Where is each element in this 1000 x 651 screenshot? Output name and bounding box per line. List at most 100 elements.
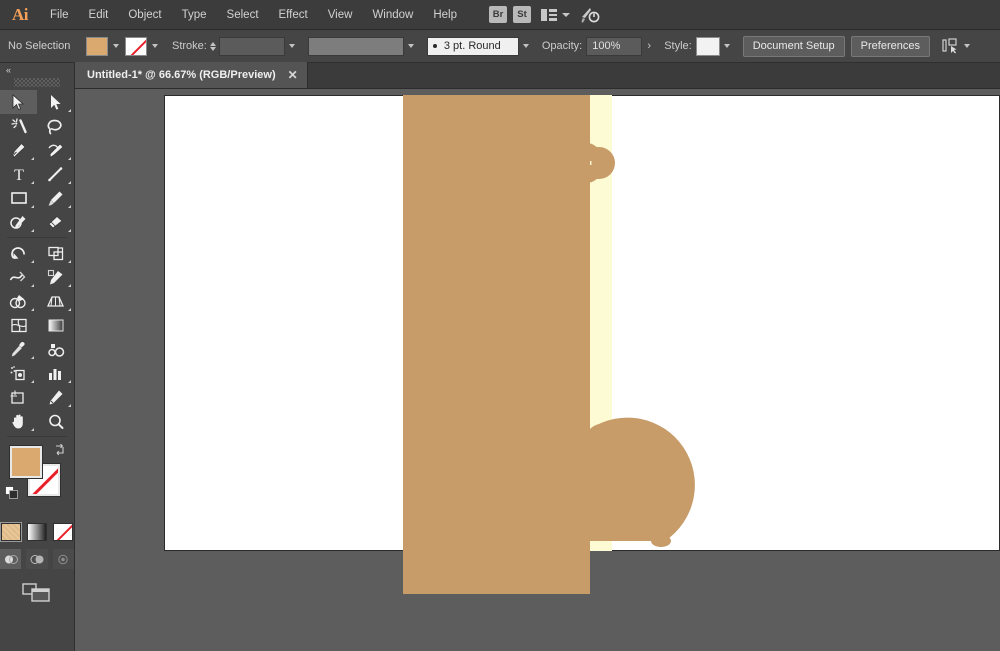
- brush-definition-label: 3 pt. Round: [443, 40, 501, 52]
- artboard-tool[interactable]: [0, 385, 37, 409]
- lasso-tool[interactable]: [37, 114, 74, 138]
- type-tool[interactable]: T: [0, 162, 37, 186]
- workspace-switcher[interactable]: [537, 8, 574, 21]
- chevron-down-icon: [562, 12, 570, 17]
- document-tab-bar: Untitled-1* @ 66.67% (RGB/Preview) ✕: [75, 62, 1000, 89]
- column-graph-tool[interactable]: [37, 361, 74, 385]
- shaper-tool[interactable]: [0, 210, 37, 234]
- mug-base-foot: [651, 535, 671, 547]
- tool-grid-transform: [0, 241, 74, 433]
- default-fill-stroke-icon[interactable]: [5, 486, 18, 499]
- fill-swatch-group[interactable]: [86, 36, 123, 56]
- opacity-options-arrow[interactable]: ›: [642, 37, 656, 56]
- stroke-swatch-group[interactable]: [125, 36, 162, 56]
- selection-tool[interactable]: [0, 90, 37, 114]
- stroke-weight-label: Stroke:: [172, 40, 207, 52]
- gradient-mode-button[interactable]: [27, 523, 47, 541]
- slice-tool[interactable]: [37, 385, 74, 409]
- symbol-sprayer-tool[interactable]: [0, 361, 37, 385]
- gradient-tool[interactable]: [37, 313, 74, 337]
- scale-tool[interactable]: [37, 241, 74, 265]
- menu-bar: Ai File Edit Object Type Select Effect V…: [0, 0, 1000, 30]
- selection-state-label: No Selection: [8, 40, 71, 52]
- brush-preview-icon: [432, 44, 437, 48]
- collapse-panel-icon[interactable]: «: [6, 65, 11, 75]
- mesh-tool[interactable]: [0, 313, 37, 337]
- align-objects-icon[interactable]: [942, 38, 960, 54]
- opacity-input[interactable]: 100%: [586, 36, 643, 56]
- close-icon[interactable]: ✕: [288, 69, 298, 81]
- fill-dropdown-arrow[interactable]: [108, 37, 123, 56]
- stroke-dropdown-arrow[interactable]: [147, 37, 162, 56]
- style-label: Style:: [664, 40, 692, 52]
- fill-color-swatch[interactable]: [9, 445, 43, 479]
- perspective-grid-tool[interactable]: [37, 289, 74, 313]
- magic-wand-tool[interactable]: [0, 114, 37, 138]
- tools-panel-drag-handle[interactable]: [14, 78, 60, 87]
- menu-type[interactable]: Type: [172, 0, 217, 30]
- menu-window[interactable]: Window: [362, 0, 423, 30]
- menu-select[interactable]: Select: [217, 0, 269, 30]
- stock-icon[interactable]: St: [513, 6, 531, 23]
- document-tab[interactable]: Untitled-1* @ 66.67% (RGB/Preview) ✕: [75, 62, 308, 88]
- app-logo-icon: Ai: [12, 4, 29, 24]
- menu-view[interactable]: View: [318, 0, 363, 30]
- menu-effect[interactable]: Effect: [269, 0, 318, 30]
- menu-edit[interactable]: Edit: [79, 0, 119, 30]
- curvature-tool[interactable]: [37, 138, 74, 162]
- control-bar: No Selection Stroke: 3 pt. Round Opacity…: [0, 30, 1000, 63]
- draw-inside-button[interactable]: [52, 549, 74, 569]
- document-tab-title: Untitled-1* @ 66.67% (RGB/Preview): [87, 69, 276, 81]
- bridge-icon[interactable]: Br: [489, 6, 507, 23]
- menu-help[interactable]: Help: [423, 0, 467, 30]
- screen-mode-row: [0, 581, 74, 603]
- pen-tool[interactable]: [0, 138, 37, 162]
- fill-swatch[interactable]: [86, 36, 108, 56]
- fill-stroke-controls: [0, 443, 74, 521]
- menu-file[interactable]: File: [40, 0, 79, 30]
- hand-tool[interactable]: [0, 409, 37, 433]
- preferences-button[interactable]: Preferences: [850, 35, 930, 57]
- search-illustrator-icon[interactable]: [580, 6, 600, 24]
- none-mode-button[interactable]: [53, 523, 73, 541]
- mug-body-rect: [403, 95, 590, 594]
- graphic-style-swatch[interactable]: [695, 36, 720, 56]
- color-mode-button[interactable]: [0, 522, 22, 542]
- document-setup-button[interactable]: Document Setup: [742, 35, 845, 57]
- brush-definition-dropdown[interactable]: 3 pt. Round: [426, 36, 519, 56]
- stroke-weight-dropdown-arrow[interactable]: [285, 37, 300, 56]
- rectangle-tool[interactable]: [0, 186, 37, 210]
- paintbrush-tool[interactable]: [37, 186, 74, 210]
- direct-selection-tool[interactable]: [37, 90, 74, 114]
- artwork-mug[interactable]: [75, 89, 1000, 651]
- free-transform-tool[interactable]: [37, 265, 74, 289]
- color-mode-row: [0, 522, 74, 542]
- stroke-profile-dropdown-arrow[interactable]: [404, 37, 419, 56]
- menu-bar-right-cluster: Br St: [489, 6, 600, 24]
- tool-grid-primary: T: [0, 90, 74, 234]
- stroke-weight-input[interactable]: [218, 36, 285, 56]
- line-segment-tool[interactable]: [37, 162, 74, 186]
- stroke-profile-dropdown[interactable]: [307, 36, 404, 56]
- draw-behind-button[interactable]: [26, 549, 48, 569]
- stroke-weight-stepper[interactable]: [209, 41, 216, 51]
- menu-object[interactable]: Object: [118, 0, 171, 30]
- stroke-swatch[interactable]: [125, 36, 147, 56]
- draw-normal-button[interactable]: [0, 549, 22, 569]
- opacity-label: Opacity:: [541, 40, 583, 52]
- zoom-tool[interactable]: [37, 409, 74, 433]
- svg-text:T: T: [14, 167, 24, 183]
- width-tool[interactable]: [0, 265, 37, 289]
- canvas-area[interactable]: [75, 89, 1000, 651]
- eraser-tool[interactable]: [37, 210, 74, 234]
- brush-definition-dropdown-arrow[interactable]: [519, 37, 534, 56]
- shape-builder-tool[interactable]: [0, 289, 37, 313]
- drawing-mode-row: [0, 549, 74, 569]
- rotate-tool[interactable]: [0, 241, 37, 265]
- align-dropdown-arrow[interactable]: [960, 37, 975, 56]
- graphic-style-dropdown-arrow[interactable]: [720, 37, 735, 56]
- blend-tool[interactable]: [37, 337, 74, 361]
- eyedropper-tool[interactable]: [0, 337, 37, 361]
- change-screen-mode-icon[interactable]: [22, 581, 52, 603]
- swap-fill-stroke-icon[interactable]: [53, 443, 66, 456]
